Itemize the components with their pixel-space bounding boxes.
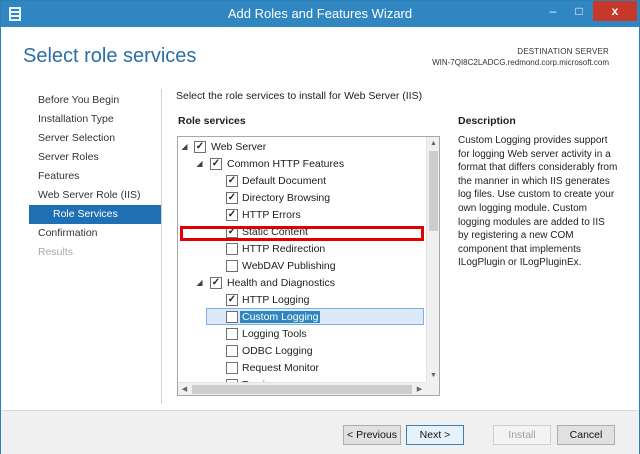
install-button: Install [493, 425, 551, 445]
collapse-arrow-icon[interactable]: ◢ [180, 141, 189, 153]
description-heading: Description [458, 115, 516, 127]
scrollbar-corner [426, 382, 439, 395]
nav-item-features[interactable]: Features [29, 167, 161, 186]
tree-item-logging-tools[interactable]: Logging Tools [178, 326, 424, 343]
tree-item-health-and-diagnostics[interactable]: ◢ ✓ Health and Diagnostics [178, 275, 424, 292]
checkbox-custom-logging[interactable] [226, 311, 238, 323]
checkbox-web-server[interactable]: ✓ [194, 141, 206, 153]
tree-item-request-monitor[interactable]: Request Monitor [178, 360, 424, 377]
title-bar[interactable]: Add Roles and Features Wizard – □ x [1, 1, 639, 27]
tree-item-label: Request Monitor [242, 362, 320, 374]
wizard-nav: Before You Begin Installation Type Serve… [29, 91, 161, 262]
checkbox-health-and-diagnostics[interactable]: ✓ [210, 277, 222, 289]
tree-item-label: HTTP Logging [242, 294, 310, 306]
vertical-scroll-thumb[interactable] [429, 151, 438, 231]
tree-item-label: Logging Tools [242, 328, 307, 340]
tree-item-label: Custom Logging [240, 311, 321, 323]
previous-button[interactable]: < Previous [343, 425, 401, 445]
checkbox-webdav-publishing[interactable] [226, 260, 238, 272]
tree-item-default-document[interactable]: ✓ Default Document [178, 173, 424, 190]
nav-item-before-you-begin[interactable]: Before You Begin [29, 91, 161, 110]
checkbox-logging-tools[interactable] [226, 328, 238, 340]
checkbox-http-logging[interactable]: ✓ [226, 294, 238, 306]
tree-item-http-errors[interactable]: ✓ HTTP Errors [178, 207, 424, 224]
tree-item-label: Health and Diagnostics [227, 277, 335, 289]
static-content-highlight-box [180, 226, 424, 241]
tree-item-label: Directory Browsing [242, 192, 331, 204]
destination-server-label: DESTINATION SERVER [517, 47, 609, 56]
nav-item-installation-type[interactable]: Installation Type [29, 110, 161, 129]
nav-item-results: Results [38, 246, 74, 258]
wizard-window: Add Roles and Features Wizard – □ x Sele… [0, 0, 640, 454]
page-title: Select role services [23, 45, 197, 67]
nav-item-role-services[interactable]: Role Services [29, 205, 161, 224]
nav-divider [161, 89, 162, 404]
wizard-footer: < Previous Next > Install Cancel [1, 410, 639, 454]
role-services-heading: Role services [178, 115, 246, 127]
role-services-tree[interactable]: ◢ ✓ Web Server ◢ ✓ Common HTTP Features … [177, 136, 440, 396]
tree-item-webdav-publishing[interactable]: WebDAV Publishing [178, 258, 424, 275]
nav-item-web-server-role[interactable]: Web Server Role (IIS) [29, 186, 161, 205]
vertical-scrollbar[interactable]: ▲ ▼ [426, 137, 439, 382]
checkbox-http-errors[interactable]: ✓ [226, 209, 238, 221]
destination-server-name: WIN-7QI8C2LADCG.redmond.corp.microsoft.c… [432, 58, 609, 67]
checkbox-odbc-logging[interactable] [226, 345, 238, 357]
tree-item-http-redirection[interactable]: HTTP Redirection [178, 241, 424, 258]
nav-item-server-roles[interactable]: Server Roles [29, 148, 161, 167]
horizontal-scrollbar[interactable]: ◀ ▶ [178, 382, 426, 395]
instruction-text: Select the role services to install for … [176, 90, 423, 102]
scroll-right-arrow-icon[interactable]: ▶ [413, 383, 426, 395]
tree-item-label: HTTP Errors [242, 209, 301, 221]
nav-item-confirmation[interactable]: Confirmation [29, 224, 161, 243]
scroll-up-arrow-icon[interactable]: ▲ [427, 137, 439, 150]
maximize-button[interactable]: □ [567, 1, 591, 21]
collapse-arrow-icon[interactable]: ◢ [195, 277, 204, 289]
cancel-button[interactable]: Cancel [557, 425, 615, 445]
tree-item-label: Web Server [211, 141, 267, 153]
checkbox-request-monitor[interactable] [226, 362, 238, 374]
collapse-arrow-icon[interactable]: ◢ [195, 158, 204, 170]
tree-item-custom-logging[interactable]: Custom Logging [206, 308, 424, 325]
checkbox-http-redirection[interactable] [226, 243, 238, 255]
scroll-down-arrow-icon[interactable]: ▼ [427, 369, 439, 382]
tree-item-label: Default Document [242, 175, 327, 187]
close-button[interactable]: x [593, 1, 637, 21]
next-button[interactable]: Next > [406, 425, 464, 445]
description-text: Custom Logging provides support for logg… [458, 135, 618, 269]
tree-item-odbc-logging[interactable]: ODBC Logging [178, 343, 424, 360]
tree-item-directory-browsing[interactable]: ✓ Directory Browsing [178, 190, 424, 207]
tree-item-label: WebDAV Publishing [242, 260, 336, 272]
nav-item-server-selection[interactable]: Server Selection [29, 129, 161, 148]
tree-item-common-http-features[interactable]: ◢ ✓ Common HTTP Features [178, 156, 424, 173]
horizontal-scroll-thumb[interactable] [192, 385, 412, 394]
tree-item-label: HTTP Redirection [242, 243, 326, 255]
minimize-button[interactable]: – [541, 1, 565, 21]
checkbox-default-document[interactable]: ✓ [226, 175, 238, 187]
tree-item-web-server[interactable]: ◢ ✓ Web Server [178, 139, 424, 156]
checkbox-directory-browsing[interactable]: ✓ [226, 192, 238, 204]
tree-item-label: Common HTTP Features [227, 158, 345, 170]
scroll-left-arrow-icon[interactable]: ◀ [178, 383, 191, 395]
checkbox-common-http-features[interactable]: ✓ [210, 158, 222, 170]
tree-item-label: ODBC Logging [242, 345, 313, 357]
tree-item-http-logging[interactable]: ✓ HTTP Logging [178, 292, 424, 309]
